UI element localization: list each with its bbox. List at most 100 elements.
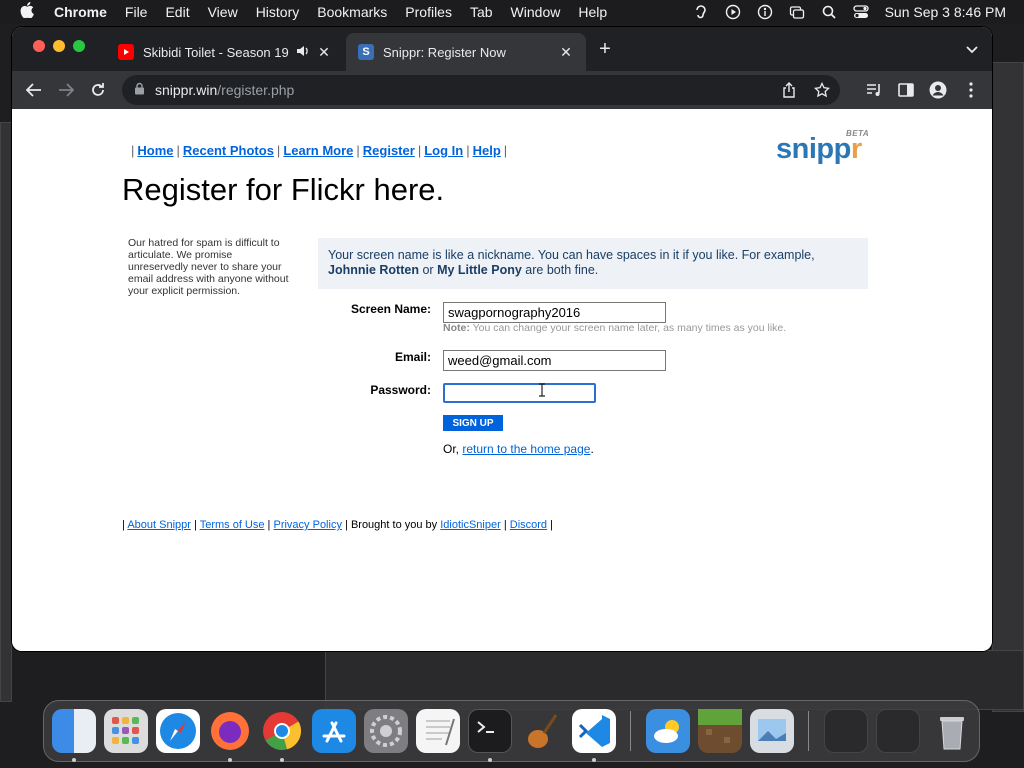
app-store-icon[interactable] (312, 709, 356, 753)
snippr-logo[interactable]: snippr BETA (776, 129, 869, 166)
info-text: or (422, 263, 434, 277)
lock-icon[interactable] (134, 82, 145, 98)
share-icon[interactable] (782, 82, 798, 98)
sign-up-button[interactable]: SIGN UP (443, 415, 503, 431)
footer-author-link[interactable]: IdioticSniper (440, 519, 501, 531)
firefox-icon[interactable] (208, 709, 252, 753)
note-label: Note: (443, 322, 470, 334)
footer-about-link[interactable]: About Snippr (127, 519, 191, 531)
minimize-window-button[interactable] (53, 40, 65, 52)
info-example: Johnnie Rotten (328, 263, 419, 277)
page-title: Register for Flickr here. (122, 172, 445, 207)
period-text: . (590, 442, 594, 456)
menu-history[interactable]: History (247, 4, 309, 20)
garageband-icon[interactable] (520, 709, 564, 753)
apple-icon[interactable] (0, 2, 54, 22)
menu-tab[interactable]: Tab (461, 4, 502, 20)
nav-register-link[interactable]: Register (363, 143, 415, 158)
email-input[interactable] (443, 350, 666, 371)
media-control-icon[interactable] (864, 80, 884, 100)
beta-badge: BETA (846, 129, 870, 138)
return-home-link[interactable]: return to the home page (462, 442, 590, 456)
window-thumbnail-icon[interactable] (824, 709, 868, 753)
hearing-icon[interactable] (693, 4, 709, 20)
accessibility-icon[interactable] (757, 4, 773, 20)
menu-help[interactable]: Help (569, 4, 616, 20)
nav-log-in-link[interactable]: Log In (424, 143, 463, 158)
trash-icon[interactable] (930, 709, 974, 753)
preview-icon[interactable] (750, 709, 794, 753)
play-circle-icon[interactable] (725, 4, 741, 20)
footer-discord-link[interactable]: Discord (510, 519, 547, 531)
menu-app-name[interactable]: Chrome (54, 4, 116, 20)
terminal-icon[interactable] (468, 709, 512, 753)
launchpad-icon[interactable] (104, 709, 148, 753)
menu-edit[interactable]: Edit (156, 4, 198, 20)
kebab-menu-icon[interactable] (961, 80, 981, 100)
or-text: Or, (443, 442, 460, 456)
footer-brought-text: Brought to you by (350, 519, 438, 531)
tab-youtube[interactable]: Skibidi Toilet - Season 19 E ✕ (106, 33, 344, 71)
snippr-s-icon: S (358, 44, 374, 60)
spam-sidenote: Our hatred for spam is difficult to arti… (128, 237, 289, 297)
nav-recent-photos-link[interactable]: Recent Photos (183, 143, 274, 158)
browser-window: Skibidi Toilet - Season 19 E ✕ S Snippr:… (12, 27, 992, 651)
footer-terms-link[interactable]: Terms of Use (200, 519, 265, 531)
menu-view[interactable]: View (199, 4, 247, 20)
menu-bar: Chrome File Edit View History Bookmarks … (0, 0, 1024, 24)
chrome-icon[interactable] (260, 709, 304, 753)
menu-bookmarks[interactable]: Bookmarks (308, 4, 396, 20)
star-bookmark-icon[interactable] (813, 81, 831, 98)
new-tab-button[interactable]: + (595, 39, 615, 59)
vscode-icon[interactable] (572, 709, 616, 753)
url-domain: snippr.win (155, 82, 218, 98)
nav-help-link[interactable]: Help (473, 143, 501, 158)
menu-file[interactable]: File (116, 4, 157, 20)
running-indicator (280, 758, 284, 762)
textedit-icon[interactable] (416, 709, 460, 753)
logo-main-text: snipp (776, 133, 851, 165)
side-panel-icon[interactable] (896, 80, 916, 100)
page-footer: | About Snippr | Terms of Use | Privacy … (122, 519, 553, 531)
url-path: /register.php (217, 82, 295, 98)
finder-icon[interactable] (52, 709, 96, 753)
safari-icon[interactable] (156, 709, 200, 753)
menu-profiles[interactable]: Profiles (396, 4, 461, 20)
address-bar[interactable]: snippr.win/register.php (122, 75, 840, 105)
menu-window[interactable]: Window (502, 4, 570, 20)
speaker-icon[interactable] (296, 45, 310, 60)
tab-snippr[interactable]: S Snippr: Register Now ✕ (346, 33, 586, 71)
menu-clock[interactable]: Sun Sep 3 8:46 PM (885, 4, 1006, 20)
screen-name-info-box: Your screen name is like a nickname. You… (318, 238, 868, 289)
footer-privacy-link[interactable]: Privacy Policy (273, 519, 341, 531)
maximize-window-button[interactable] (73, 40, 85, 52)
chevron-down-icon[interactable] (966, 41, 978, 59)
screen-name-note: Note: You can change your screen name la… (443, 322, 786, 334)
reload-icon[interactable] (88, 80, 108, 100)
close-window-button[interactable] (33, 40, 45, 52)
profile-avatar-icon[interactable] (928, 80, 948, 100)
screen-mirroring-icon[interactable] (789, 4, 805, 20)
youtube-icon (118, 44, 134, 60)
back-arrow-icon[interactable] (24, 80, 44, 100)
text-cursor-icon (539, 383, 545, 397)
close-tab-icon[interactable]: ✕ (558, 44, 574, 61)
screen-name-input[interactable] (443, 302, 666, 323)
background-window (0, 122, 12, 702)
window-thumbnail-icon[interactable] (876, 709, 920, 753)
spotlight-search-icon[interactable] (821, 4, 837, 20)
site-nav: | Home | Recent Photos | Learn More | Register |… (131, 143, 508, 158)
password-input[interactable] (443, 383, 596, 403)
weather-icon[interactable] (646, 709, 690, 753)
running-indicator (592, 758, 596, 762)
close-tab-icon[interactable]: ✕ (316, 44, 332, 61)
dock-divider (808, 711, 809, 751)
control-center-icon[interactable] (852, 4, 869, 20)
forward-arrow-icon[interactable] (56, 80, 76, 100)
minecraft-icon[interactable] (698, 709, 742, 753)
browser-toolbar: snippr.win/register.php (12, 71, 992, 109)
system-settings-icon[interactable] (364, 709, 408, 753)
nav-learn-more-link[interactable]: Learn More (283, 143, 353, 158)
dock (43, 700, 980, 762)
nav-home-link[interactable]: Home (137, 143, 173, 158)
